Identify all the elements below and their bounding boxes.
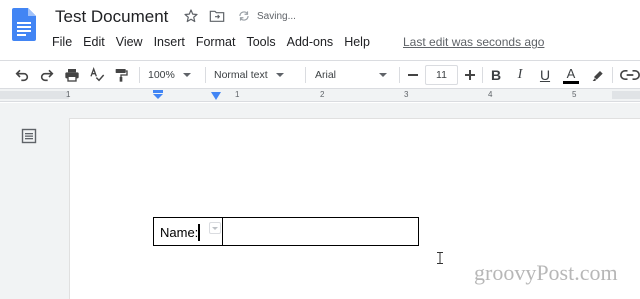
document-outline-icon[interactable] [21, 128, 37, 144]
menu-file[interactable]: File [52, 35, 72, 51]
font-value: Arial [315, 69, 337, 81]
increase-font-size-button[interactable] [462, 65, 478, 85]
font-size-input[interactable]: 11 [425, 65, 458, 85]
text-color-button[interactable]: A [562, 65, 580, 85]
menu-insert[interactable]: Insert [154, 35, 185, 51]
toolbar-divider [205, 67, 206, 83]
menu-addons[interactable]: Add-ons [287, 35, 334, 51]
ruler-left-margin [0, 91, 69, 99]
paint-format-button[interactable] [111, 65, 131, 85]
ruler-number: 5 [572, 90, 577, 99]
text-color-label: A [566, 65, 576, 81]
sync-icon [239, 11, 249, 21]
italic-button[interactable]: I [512, 65, 528, 85]
ruler-number: 3 [404, 90, 409, 99]
chevron-down-icon [379, 73, 387, 77]
toolbar-divider [482, 67, 483, 83]
style-value: Normal text [214, 69, 268, 81]
docs-logo-icon[interactable] [12, 8, 36, 41]
ruler-number: 4 [488, 90, 493, 99]
toolbar-divider [399, 67, 400, 83]
text-color-swatch [563, 80, 579, 84]
watermark: groovyPost.com [474, 260, 618, 285]
chevron-down-icon [182, 73, 191, 77]
decrease-font-size-button[interactable] [405, 65, 421, 85]
right-indent-marker[interactable] [211, 92, 221, 101]
zoom-value: 100% [148, 69, 175, 81]
table-dropdown-chip[interactable] [209, 222, 221, 234]
highlight-icon [592, 71, 603, 81]
menu-format[interactable]: Format [196, 35, 236, 51]
menu-edit[interactable]: Edit [83, 35, 105, 51]
save-status: Saving... [257, 11, 296, 22]
bold-button[interactable]: B [488, 65, 504, 85]
print-icon [65, 69, 79, 82]
link-icon [620, 70, 640, 80]
move-to-folder-icon[interactable] [209, 9, 225, 23]
minus-icon [408, 74, 418, 76]
ruler-number: 1 [235, 90, 240, 99]
ibeam-cursor-icon [437, 252, 443, 264]
title-bar: Test Document Saving... File Edit View I… [0, 0, 640, 60]
menu-bar: File Edit View Insert Format Tools Add-o… [52, 35, 381, 51]
toolbar-divider [305, 67, 306, 83]
ruler-right-margin [612, 91, 640, 99]
text-cursor [198, 224, 200, 241]
table-cell[interactable]: Name: [154, 218, 223, 245]
bold-label: B [490, 67, 502, 83]
last-edit-link[interactable]: Last edit was seconds ago [403, 35, 544, 49]
table-cell-text: Name: [160, 225, 199, 240]
toolbar-divider [139, 67, 140, 83]
ruler-number: 2 [320, 90, 325, 99]
font-select[interactable]: Arial [315, 65, 393, 85]
star-icon[interactable] [183, 8, 199, 24]
menu-help[interactable]: Help [344, 35, 370, 51]
menu-view[interactable]: View [116, 35, 143, 51]
toolbar-divider [612, 67, 613, 83]
italic-label: I [517, 67, 523, 82]
zoom-select[interactable]: 100% [148, 65, 198, 85]
underline-label: U [539, 67, 551, 83]
ruler: 1 1 2 3 4 5 [0, 88, 640, 102]
ruler-number: 1 [66, 90, 71, 99]
insert-link-button[interactable] [620, 65, 640, 85]
document-table[interactable]: Name: [153, 217, 419, 246]
paint-format-icon [115, 69, 128, 82]
document-title[interactable]: Test Document [55, 7, 168, 27]
undo-icon [15, 69, 29, 82]
print-button[interactable] [62, 65, 82, 85]
redo-button[interactable] [37, 65, 57, 85]
style-select[interactable]: Normal text [214, 65, 298, 85]
spellcheck-button[interactable] [87, 65, 107, 85]
toolbar: 100% Normal text Arial 11 B I U A [0, 60, 640, 88]
spellcheck-icon [90, 67, 105, 82]
table-cell[interactable] [223, 218, 418, 245]
chevron-down-icon [275, 73, 284, 77]
first-line-indent-marker[interactable] [152, 89, 164, 101]
undo-button[interactable] [12, 65, 32, 85]
redo-icon [40, 69, 54, 82]
highlight-button[interactable] [589, 65, 607, 85]
underline-button[interactable]: U [537, 65, 553, 85]
plus-icon [465, 70, 475, 80]
menu-tools[interactable]: Tools [246, 35, 275, 51]
